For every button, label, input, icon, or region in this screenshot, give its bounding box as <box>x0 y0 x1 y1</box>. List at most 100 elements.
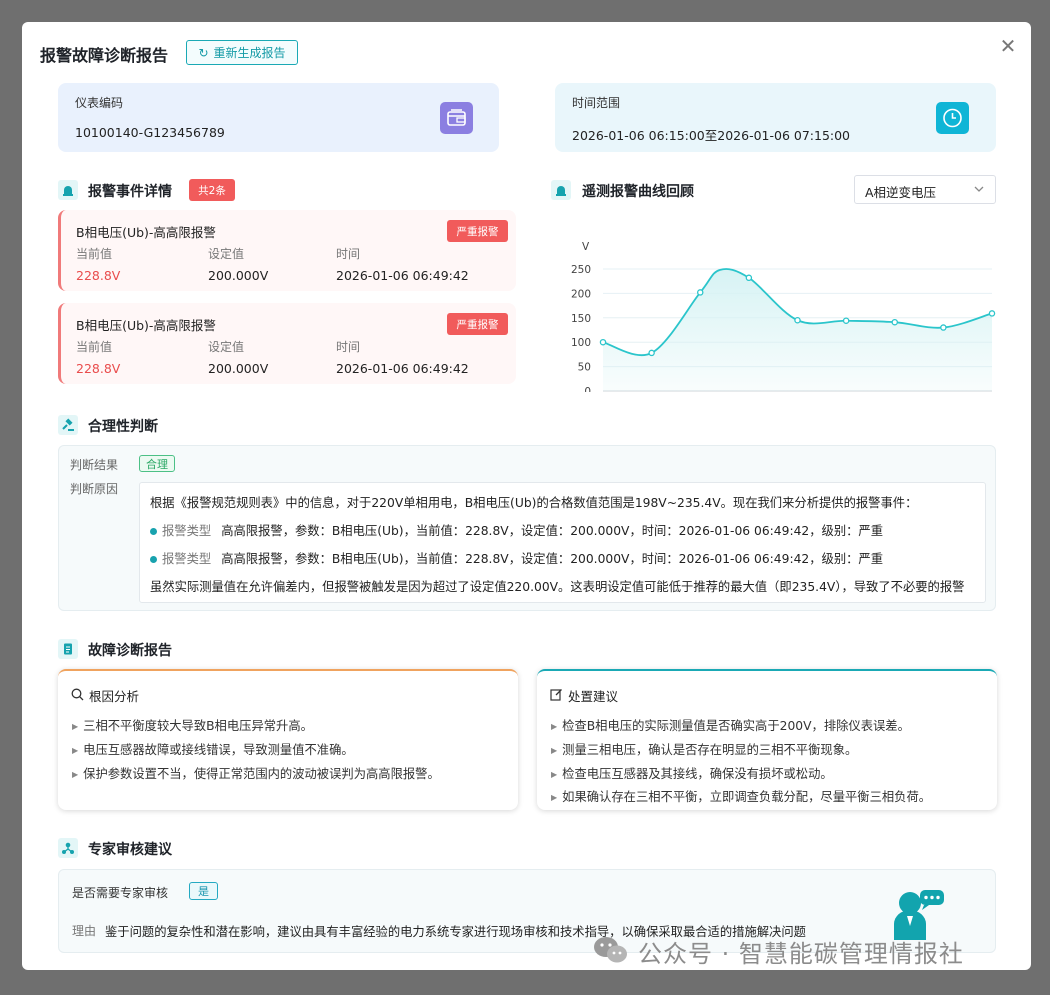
reason-bullet: 报警类型 高高限报警，参数：B相电压(Ub)，当前值：228.8V，设定值：200… <box>150 549 883 567</box>
triangle-bullet-icon: ▶ <box>551 746 558 755</box>
gavel-icon <box>58 415 78 435</box>
bullet-type-label: 报警类型 <box>162 552 212 566</box>
data-point <box>940 324 947 331</box>
close-icon[interactable]: ✕ <box>998 36 1018 56</box>
y-tick-label: 100 <box>571 337 591 349</box>
alarm-bell-icon <box>58 180 78 200</box>
phase-select[interactable]: A相逆变电压 <box>854 175 996 204</box>
time-range-value: 2026-01-06 06:15:00至2026-01-06 07:15:00 <box>572 128 851 143</box>
diagnosis-report-modal: 报警故障诊断报告 ↻ 重新生成报告 ✕ 仪表编码 10100140-G12345… <box>22 22 1031 970</box>
setting-value: 200.000V <box>208 361 269 376</box>
result-label: 判断结果 <box>70 458 119 472</box>
triangle-bullet-icon: ▶ <box>551 793 558 802</box>
phase-select-value: A相逆变电压 <box>865 185 937 200</box>
suggestion-title: 处置建议 <box>568 689 619 704</box>
alarm-event-card: B相电压(Ub)-高高限报警 严重报警 当前值 设定值 时间 228.8V 20… <box>58 210 516 291</box>
modal-title: 报警故障诊断报告 <box>40 46 169 65</box>
y-tick-label: 50 <box>578 362 591 374</box>
y-tick-label: 0 <box>584 386 591 392</box>
wallet-icon <box>440 102 473 134</box>
current-value-label: 当前值 <box>76 247 113 261</box>
triangle-bullet-icon: ▶ <box>72 722 79 731</box>
root-cause-title: 根因分析 <box>89 689 140 704</box>
suggestion-item: ▶ 检查电压互感器及其接线，确保没有损坏或松动。 <box>551 767 833 781</box>
alarm-event-card: B相电压(Ub)-高高限报警 严重报警 当前值 设定值 时间 228.8V 20… <box>58 303 516 384</box>
data-point <box>745 274 753 282</box>
y-tick-label: 150 <box>571 313 591 325</box>
root-cause-item: ▶ 电压互感器故障或接线错误，导致测量值不准确。 <box>72 743 354 757</box>
meter-value: 10100140-G123456789 <box>75 125 225 140</box>
alarm-bell-icon <box>551 180 571 200</box>
setting-value-label: 设定值 <box>208 247 245 261</box>
expert-need-label: 是否需要专家审核 <box>72 886 169 900</box>
reason-conclusion: 虽然实际测量值在允许偏差内，但报警被触发是因为超过了设定值220.00V。这表明… <box>150 580 965 594</box>
suggestion-head: 处置建议 <box>550 686 618 705</box>
current-value: 228.8V <box>76 268 121 283</box>
alarm-time: 2026-01-06 06:49:42 <box>336 361 469 376</box>
curve-review-title: 遥测报警曲线回顾 <box>582 184 694 200</box>
time-range-label: 时间范围 <box>572 96 621 110</box>
data-point <box>696 289 704 296</box>
y-axis-unit-label: V <box>582 241 590 253</box>
alarm-count-badge: 共2条 <box>189 179 235 201</box>
reason-bullet: 报警类型 高高限报警，参数：B相电压(Ub)，当前值：228.8V，设定值：200… <box>150 521 883 539</box>
fault-report-title: 故障诊断报告 <box>88 643 172 659</box>
result-tag: 合理 <box>139 455 175 472</box>
watermark-text: 公众号 · 智慧能碳管理情报社 <box>638 940 964 968</box>
triangle-bullet-icon: ▶ <box>551 722 558 731</box>
root-cause-head: 根因分析 <box>71 686 139 705</box>
alarm-events-title: 报警事件详情 <box>88 184 172 200</box>
expert-need-tag: 是 <box>189 882 218 900</box>
watermark: 公众号 · 智慧能碳管理情报社 <box>592 934 964 969</box>
y-tick-label: 250 <box>571 264 591 276</box>
clock-icon <box>936 102 969 134</box>
alarm-event-name: B相电压(Ub)-高高限报警 <box>76 318 216 333</box>
data-point <box>842 317 850 324</box>
telemetry-curve-chart: V05010015020025013:2013:2513:3013:3513:4… <box>571 241 996 392</box>
reason-label: 判断原因 <box>70 482 119 496</box>
bullet-dot <box>150 528 157 535</box>
bullet-text: 高高限报警，参数：B相电压(Ub)，当前值：228.8V，设定值：200.000… <box>221 524 884 538</box>
data-point <box>891 318 898 326</box>
y-tick-label: 200 <box>571 288 591 300</box>
triangle-bullet-icon: ▶ <box>551 770 558 779</box>
refresh-icon: ↻ <box>198 45 209 60</box>
triangle-bullet-icon: ▶ <box>72 746 79 755</box>
root-cause-card: 根因分析 ▶ 三相不平衡度较大导致B相电压异常升高。 ▶ 电压互感器故障或接线错误，… <box>58 669 518 810</box>
bullet-type-label: 报警类型 <box>162 524 212 538</box>
judgement-title: 合理性判断 <box>88 419 158 435</box>
data-point <box>988 310 996 317</box>
meter-label: 仪表编码 <box>75 96 124 110</box>
current-value-label: 当前值 <box>76 340 113 354</box>
expert-review-title: 专家审核建议 <box>88 842 172 858</box>
series-area <box>603 268 992 391</box>
regenerate-report-label: 重新生成报告 <box>213 46 286 60</box>
alarm-time: 2026-01-06 06:49:42 <box>336 268 469 283</box>
wechat-icon <box>592 935 630 969</box>
regenerate-report-button[interactable]: ↻ 重新生成报告 <box>186 40 298 65</box>
meter-card: 仪表编码 10100140-G123456789 <box>58 83 499 152</box>
triangle-bullet-icon: ▶ <box>72 770 79 779</box>
suggestion-item: ▶ 如果确认存在三相不平衡，立即调查负载分配，尽量平衡三相负荷。 <box>551 790 932 804</box>
data-point <box>599 338 607 346</box>
suggestion-item: ▶ 测量三相电压，确认是否存在明显的三相不平衡现象。 <box>551 743 858 757</box>
data-point <box>794 316 801 324</box>
reason-box: 根据《报警规范规则表》中的信息，对于220V单相用电，B相电压(Ub)的合格数值… <box>139 482 986 603</box>
suggestion-card: 处置建议 ▶ 检查B相电压的实际测量值是否确实高于200V，排除仪表误差。 ▶ 测量… <box>537 669 997 810</box>
reason-intro: 根据《报警规范规则表》中的信息，对于220V单相用电，B相电压(Ub)的合格数值… <box>150 496 918 510</box>
root-cause-item: ▶ 三相不平衡度较大导致B相电压异常升高。 <box>72 719 313 733</box>
setting-value-label: 设定值 <box>208 340 245 354</box>
alarm-event-name: B相电压(Ub)-高高限报警 <box>76 225 216 240</box>
edit-icon <box>550 688 563 704</box>
search-icon <box>71 688 84 704</box>
time-label: 时间 <box>336 340 361 354</box>
suggestion-item: ▶ 检查B相电压的实际测量值是否确实高于200V，排除仪表误差。 <box>551 719 910 733</box>
time-range-card: 时间范围 2026-01-06 06:15:00至2026-01-06 07:1… <box>555 83 996 152</box>
data-point <box>648 349 655 357</box>
severity-badge: 严重报警 <box>447 313 508 335</box>
current-value: 228.8V <box>76 361 121 376</box>
bullet-text: 高高限报警，参数：B相电压(Ub)，当前值：228.8V，设定值：200.000… <box>221 552 884 566</box>
expert-reason-label: 理由 <box>72 924 97 938</box>
root-cause-item: ▶ 保护参数设置不当，使得正常范围内的波动被误判为高高限报警。 <box>72 767 440 781</box>
share-icon <box>58 838 78 858</box>
